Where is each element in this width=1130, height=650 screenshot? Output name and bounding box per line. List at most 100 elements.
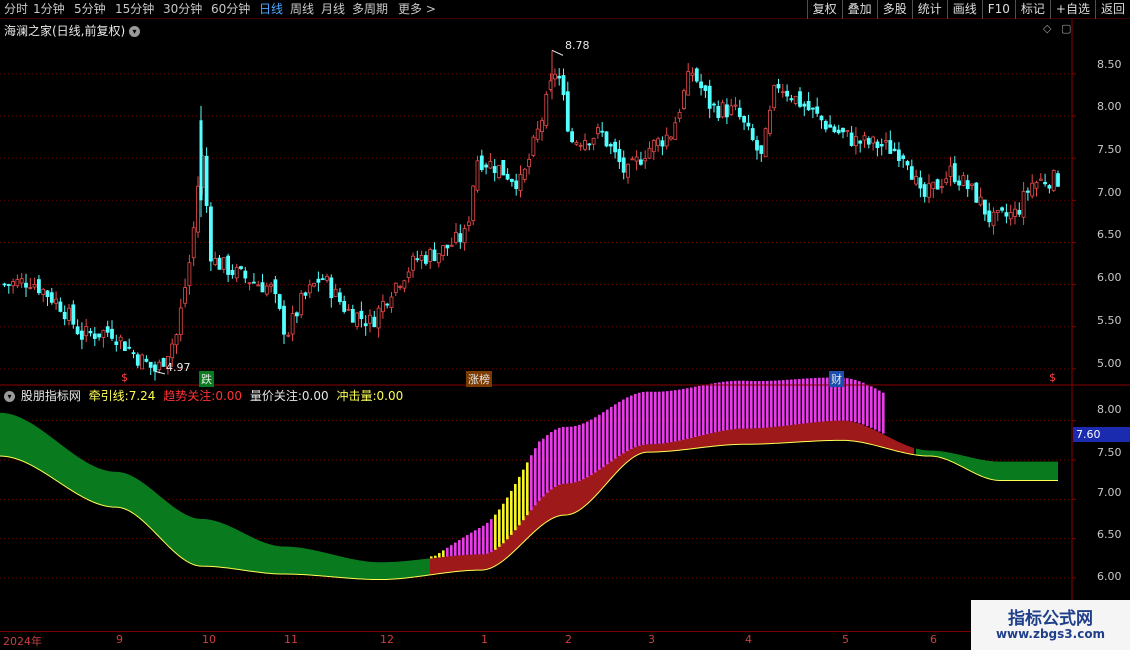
candle-body (415, 258, 420, 261)
candle-body (174, 334, 179, 346)
site-watermark: 指标公式网 www.zbgs3.com (971, 600, 1130, 650)
volume-bar (666, 391, 669, 443)
event-marker-dollar-2[interactable]: $ (1049, 371, 1056, 384)
volume-bar (714, 383, 717, 433)
volume-bar (690, 387, 693, 438)
candle-body (196, 185, 200, 233)
price-tick: 8.00 (1097, 100, 1122, 113)
candle-body (1026, 190, 1030, 193)
chevron-down-icon[interactable]: ▾ (4, 391, 15, 402)
candle-body (411, 255, 415, 271)
candle-body (991, 211, 996, 227)
candle-body (514, 180, 519, 190)
candle-body (987, 210, 992, 223)
candle-body (346, 308, 351, 311)
price-tick: 5.50 (1097, 314, 1122, 327)
time-label: 9 (116, 633, 123, 646)
volume-bar (798, 378, 801, 425)
candle-body (866, 138, 871, 145)
candle-body (359, 310, 364, 320)
event-marker-limit-up[interactable]: 涨榜 (466, 371, 492, 387)
candle-body (694, 68, 699, 82)
candle-body (19, 278, 24, 284)
volume-bar (670, 390, 673, 443)
candle-body (931, 181, 936, 189)
volume-bar (770, 380, 773, 428)
candle-body (475, 160, 480, 191)
candle-body (127, 346, 132, 349)
candle-body (785, 90, 789, 97)
volume-bar (578, 424, 581, 481)
candle-body (505, 173, 510, 180)
volume-bar (454, 542, 457, 556)
time-label: 2 (565, 633, 572, 646)
candle-body (780, 91, 785, 94)
candle-body (522, 168, 527, 180)
candle-body (737, 107, 742, 118)
candle-body (110, 328, 114, 339)
candle-body (187, 262, 192, 286)
candle-body (716, 105, 721, 118)
candle-body (269, 283, 274, 287)
candle-body (965, 180, 970, 190)
candle-body (557, 75, 562, 79)
candle-body (1034, 181, 1039, 189)
time-label: 12 (380, 633, 394, 646)
volume-bar (726, 381, 729, 431)
volume-bar (646, 391, 649, 445)
volume-bar (878, 390, 881, 432)
candle-body (643, 158, 648, 162)
bull-band (430, 420, 914, 575)
candle-body (183, 287, 188, 304)
candle-body (1013, 208, 1017, 217)
candle-body (299, 293, 304, 316)
candle-body (974, 182, 979, 203)
candle-body (441, 245, 446, 256)
candle-body (733, 104, 738, 107)
volume-bar (530, 455, 533, 511)
volume-bar (558, 427, 561, 485)
event-marker-dollar[interactable]: $ (121, 371, 128, 384)
volume-bar (674, 390, 677, 442)
volume-bar (682, 388, 685, 440)
candle-body (540, 120, 544, 132)
candle-body (561, 75, 566, 96)
candle-body (720, 102, 725, 118)
candle-body (471, 185, 476, 222)
event-marker-finance[interactable]: 财 (829, 371, 844, 387)
candle-body (37, 279, 41, 294)
candle-body (600, 130, 605, 133)
candle-body (230, 269, 235, 276)
candle-body (634, 156, 639, 162)
traction-line-value: 7.24 (128, 389, 156, 403)
price-tick: 5.00 (1097, 357, 1122, 370)
volume-bar (722, 381, 725, 431)
volume-bar (658, 391, 661, 444)
volume-bar (518, 476, 521, 526)
candle-body (41, 288, 46, 295)
candle-body (1017, 209, 1022, 215)
candle-body (325, 275, 329, 281)
indicator-name[interactable]: 股朋指标网 (21, 389, 81, 403)
volume-bar (442, 550, 445, 557)
volume-bar (550, 432, 553, 490)
candle-body (746, 122, 751, 127)
candle-body (875, 141, 880, 149)
candle-body (815, 106, 820, 114)
candle-body (1021, 191, 1026, 218)
candle-body (264, 285, 269, 295)
candle-body (402, 280, 407, 289)
event-marker-fall[interactable]: 跌 (199, 371, 214, 387)
candle-body (213, 258, 218, 265)
volume-bar (882, 392, 885, 434)
volume-bar (654, 391, 657, 445)
candle-body (307, 284, 312, 294)
candle-body (772, 85, 777, 109)
volume-bar (866, 384, 869, 427)
volume-bar (758, 381, 761, 429)
candle-body (28, 287, 33, 289)
candle-body (428, 249, 433, 262)
candle-body (80, 330, 84, 340)
volume-bar (786, 379, 789, 426)
candle-body (71, 304, 76, 325)
